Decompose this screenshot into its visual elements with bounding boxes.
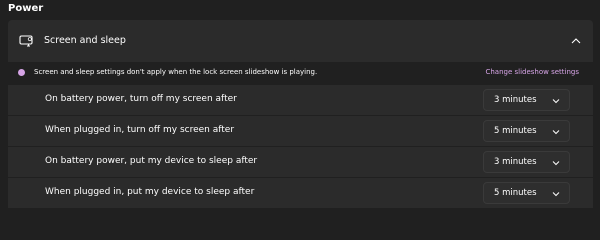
- setting-label: When plugged in, put my device to sleep …: [45, 187, 255, 197]
- setting-row-plugged-screen: When plugged in, turn off my screen afte…: [8, 116, 593, 146]
- section-title: Power: [8, 3, 44, 14]
- setting-label: On battery power, turn off my screen aft…: [45, 94, 237, 104]
- chevron-down-icon: [552, 130, 560, 135]
- dropdown-value: 5 minutes: [494, 126, 537, 136]
- setting-row-battery-sleep: On battery power, put my device to sleep…: [8, 147, 593, 177]
- info-bar: Screen and sleep settings don't apply wh…: [8, 63, 593, 83]
- plugged-screen-timeout-dropdown[interactable]: 5 minutes: [483, 120, 570, 142]
- chevron-up-icon[interactable]: [571, 37, 581, 45]
- info-text: Screen and sleep settings don't apply wh…: [34, 68, 318, 76]
- screen-and-sleep-expander[interactable]: Screen and sleep: [8, 20, 593, 62]
- setting-row-plugged-sleep: When plugged in, put my device to sleep …: [8, 178, 593, 208]
- battery-sleep-timeout-dropdown[interactable]: 3 minutes: [483, 151, 570, 173]
- expander-label: Screen and sleep: [44, 35, 126, 46]
- setting-row-battery-screen: On battery power, turn off my screen aft…: [8, 85, 593, 115]
- chevron-down-icon: [552, 161, 560, 166]
- dropdown-value: 3 minutes: [494, 95, 537, 105]
- battery-screen-timeout-dropdown[interactable]: 3 minutes: [483, 89, 570, 111]
- setting-label: When plugged in, turn off my screen afte…: [45, 125, 235, 135]
- change-slideshow-settings-link[interactable]: Change slideshow settings: [485, 68, 579, 76]
- chevron-down-icon: [552, 99, 560, 104]
- setting-label: On battery power, put my device to sleep…: [45, 156, 258, 166]
- chevron-down-icon: [552, 192, 560, 197]
- dropdown-value: 5 minutes: [494, 188, 537, 198]
- plugged-sleep-timeout-dropdown[interactable]: 5 minutes: [483, 182, 570, 204]
- screen-sleep-icon: [19, 35, 33, 47]
- dropdown-value: 3 minutes: [494, 157, 537, 167]
- info-dot-icon: [18, 69, 25, 76]
